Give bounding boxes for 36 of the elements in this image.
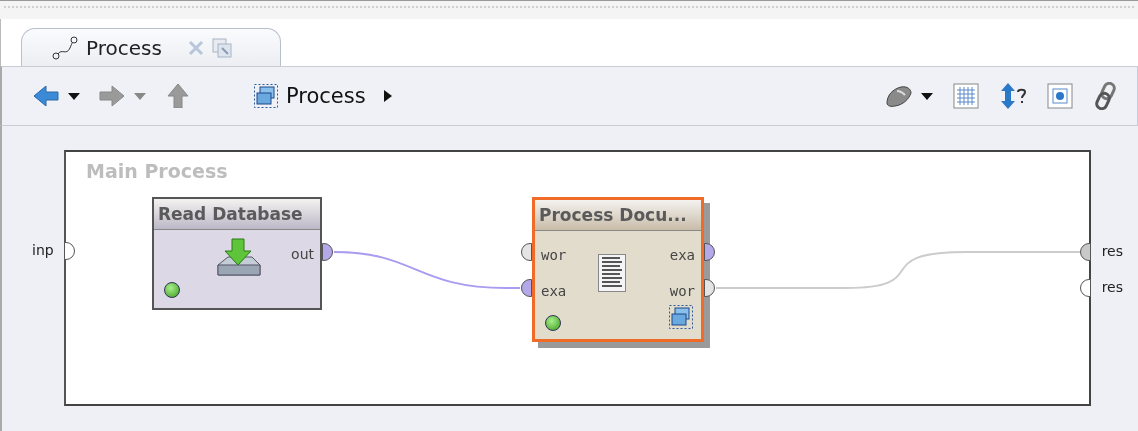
canvas-title: Main Process [86,160,228,182]
output-port[interactable] [322,243,333,261]
port-label: out [291,246,314,262]
input-port[interactable] [521,243,532,261]
operator-title: Process Docu... [535,200,701,231]
operator-title: Read Database [154,199,320,230]
status-indicator [164,282,180,298]
document-icon [598,254,626,292]
tab-label: Process [86,35,162,60]
output-port[interactable] [1080,279,1091,297]
caret-icon[interactable] [68,92,80,100]
process-path-icon [52,35,78,60]
hand-tool-button[interactable] [883,83,933,109]
breadcrumb[interactable]: Process [254,84,392,108]
input-port[interactable] [64,242,75,260]
output-port[interactable] [1080,243,1091,261]
port-label: res [1101,243,1123,259]
expand-arrow-icon[interactable] [383,90,392,102]
input-port[interactable] [521,279,532,297]
port-label: res [1101,279,1123,295]
port-label: exa [541,283,567,299]
output-port[interactable] [704,243,715,261]
port-label: wor [541,247,567,263]
process-icon [254,84,278,108]
port-label: exa [669,247,695,263]
back-button[interactable] [32,84,80,108]
link-button[interactable] [1093,82,1119,110]
port-label: wor [669,283,695,299]
caret-icon[interactable] [921,92,933,100]
subprocess-icon [669,305,693,329]
arrange-button[interactable] [999,82,1027,110]
status-indicator [545,315,561,331]
operator-node[interactable]: Read Database out [152,197,322,310]
output-port[interactable] [704,279,715,297]
fit-button[interactable] [1047,83,1073,109]
port-label: inp [32,242,54,258]
